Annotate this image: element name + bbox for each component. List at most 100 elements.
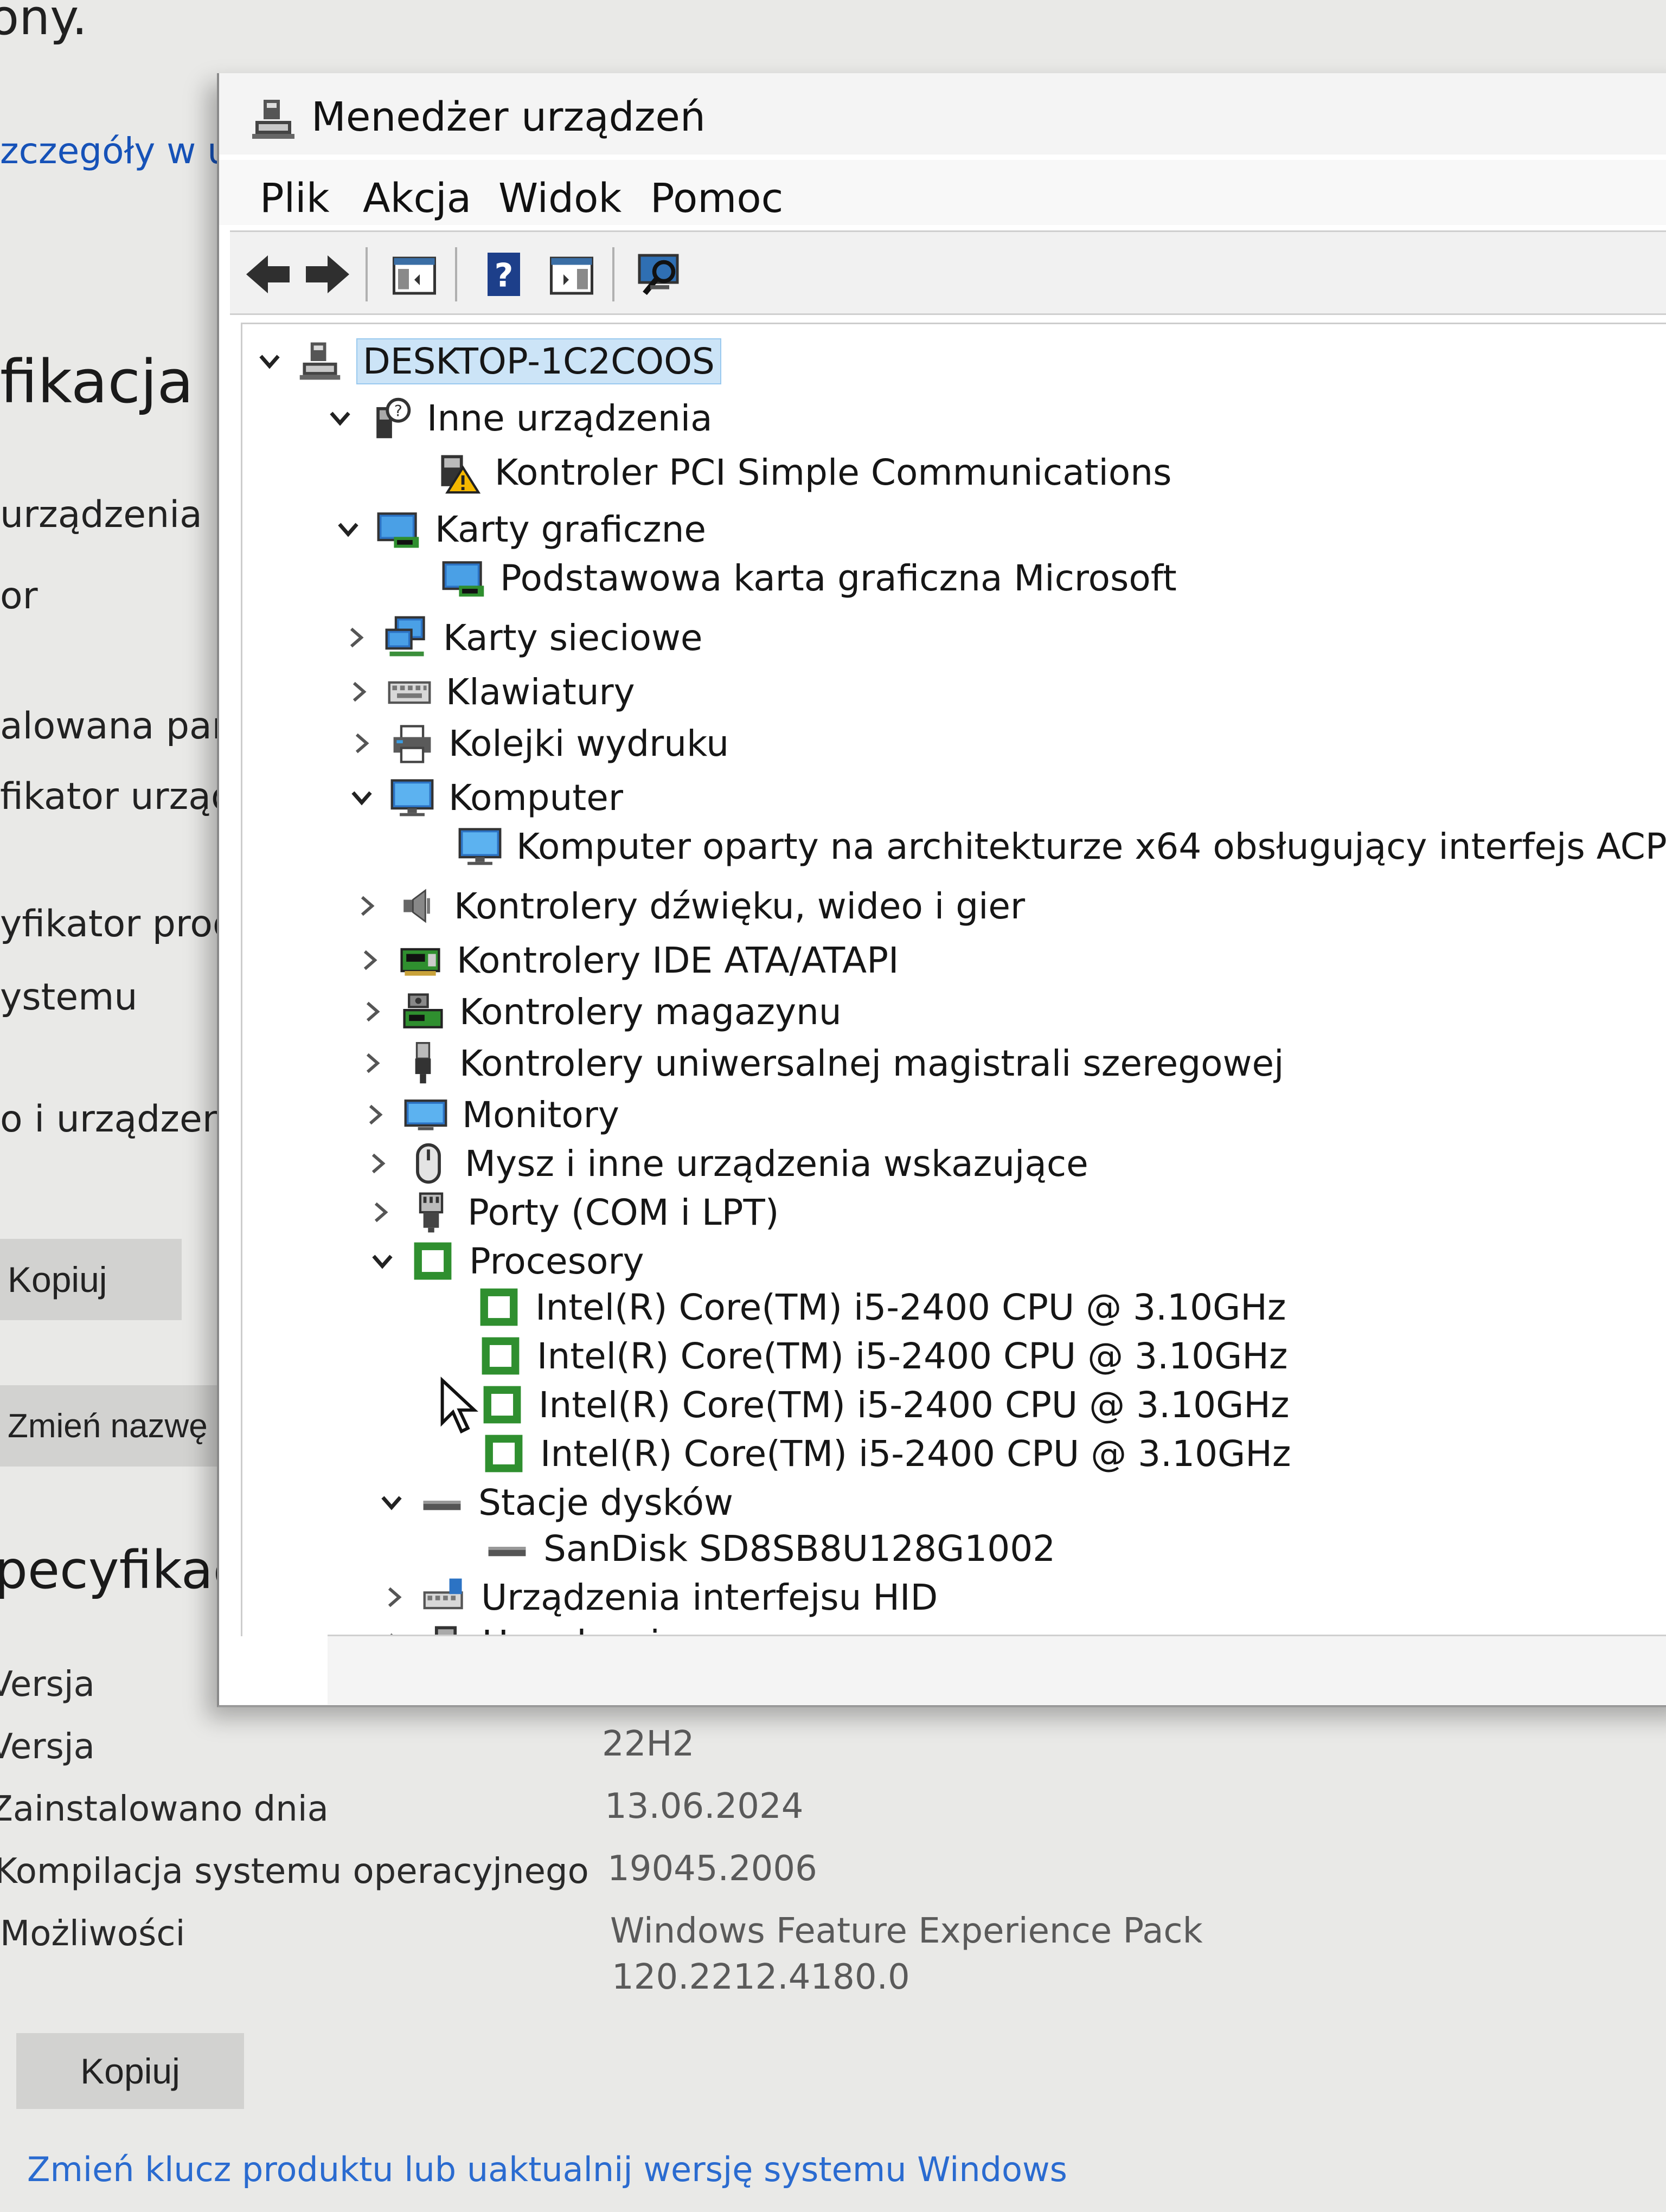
software-device-icon xyxy=(422,1620,469,1636)
show-hide-console-tree-icon[interactable] xyxy=(387,247,441,301)
processor-icon xyxy=(480,1430,527,1477)
category-display-adapters[interactable]: Karty graficzne xyxy=(332,503,706,555)
computer-tower-icon xyxy=(297,338,343,384)
category-storage-controllers[interactable]: Kontrolery magazynu xyxy=(356,986,842,1038)
tree-root[interactable]: DESKTOP-1C2COOS xyxy=(253,335,721,387)
copy-button-device[interactable]: Kopiuj xyxy=(0,1239,182,1320)
mouse-icon xyxy=(405,1140,452,1187)
chevron-right-icon[interactable] xyxy=(340,621,373,654)
toolbar: ? xyxy=(230,230,1666,315)
chevron-down-icon[interactable] xyxy=(253,345,286,377)
spec-label-version: Versja xyxy=(0,1727,95,1767)
chevron-right-icon[interactable] xyxy=(356,1047,389,1079)
spec-label-os-build: Kompilacja systemu operacyjnego xyxy=(0,1851,589,1892)
spec-item-processor: or xyxy=(0,575,38,618)
device-basic-display-adapter[interactable]: Podstawowa karta graficzna Microsoft xyxy=(440,552,1177,604)
processor-icon xyxy=(477,1333,524,1379)
device-cpu-3[interactable]: Intel(R) Core(TM) i5-2400 CPU @ 3.10GHz xyxy=(479,1379,1290,1431)
printer-icon xyxy=(389,720,435,767)
category-label: Porty (COM i LPT) xyxy=(467,1191,779,1233)
category-monitors[interactable]: Monitory xyxy=(359,1089,619,1141)
spec-label-experience: Możliwości xyxy=(0,1914,185,1954)
port-icon xyxy=(408,1189,454,1236)
category-label: Komputer xyxy=(448,776,624,819)
menu-help[interactable]: Pomoc xyxy=(650,175,783,222)
disk-drive-icon xyxy=(484,1525,530,1572)
chevron-right-icon[interactable] xyxy=(378,1581,411,1613)
help-icon[interactable]: ? xyxy=(477,247,531,301)
device-cpu-2[interactable]: Intel(R) Core(TM) i5-2400 CPU @ 3.10GHz xyxy=(477,1330,1288,1382)
category-usb-controllers[interactable]: Kontrolery uniwersalnej magistrali szere… xyxy=(356,1037,1284,1089)
back-arrow-icon[interactable] xyxy=(241,247,295,301)
device-sandisk-ssd[interactable]: SanDisk SD8SB8U128G1002 xyxy=(484,1522,1055,1574)
category-label: Procesory xyxy=(469,1240,644,1282)
processor-icon xyxy=(476,1284,522,1330)
forward-arrow-icon[interactable] xyxy=(300,247,355,301)
category-label: Kontrolery dźwięku, wideo i gier xyxy=(454,885,1026,927)
menu-view[interactable]: Widok xyxy=(498,175,621,222)
usb-icon xyxy=(400,1040,446,1086)
category-computer[interactable]: Komputer xyxy=(345,771,623,824)
category-label: Inne urządzenia xyxy=(427,397,713,439)
category-label: Monitory xyxy=(462,1094,619,1136)
chevron-right-icon[interactable] xyxy=(364,1196,397,1229)
category-label: Kontrolery IDE ATA/ATAPI xyxy=(457,939,899,981)
chevron-right-icon[interactable] xyxy=(345,727,378,760)
category-processors[interactable]: Procesory xyxy=(366,1235,644,1287)
category-ide-controllers[interactable]: Kontrolery IDE ATA/ATAPI xyxy=(354,934,899,986)
category-disk-drives[interactable]: Stacje dysków xyxy=(375,1476,733,1528)
warning-device-icon xyxy=(435,449,482,496)
chevron-down-icon[interactable] xyxy=(366,1245,399,1277)
display-adapter-icon xyxy=(375,506,422,552)
details-link[interactable]: zczegóły w u xyxy=(0,130,230,172)
spec-item-system-type: ystemu xyxy=(0,976,138,1019)
scan-hardware-icon[interactable] xyxy=(634,247,688,301)
title-bar[interactable]: Menedżer urządzeń xyxy=(219,73,1666,155)
display-adapter-icon xyxy=(440,555,487,601)
chevron-right-icon[interactable] xyxy=(343,676,375,708)
chevron-right-icon[interactable] xyxy=(356,995,389,1028)
device-pci-simple-communications[interactable]: Kontroler PCI Simple Communications xyxy=(435,446,1171,498)
hid-icon xyxy=(421,1574,468,1621)
category-hid[interactable]: Urządzenia interfejsu HID xyxy=(378,1571,938,1623)
copy-button-windows-label: Kopiuj xyxy=(80,2051,180,2091)
toolbar-separator xyxy=(612,247,614,301)
category-ports[interactable]: Porty (COM i LPT) xyxy=(364,1186,779,1238)
category-other-devices[interactable]: ? Inne urządzenia xyxy=(324,392,713,444)
category-print-queues[interactable]: Kolejki wydruku xyxy=(345,717,729,769)
device-manager-window: Menedżer urządzeń Plik Akcja Widok Pomoc… xyxy=(217,73,1666,1707)
svg-text:?: ? xyxy=(495,257,514,295)
copy-button-windows[interactable]: Kopiuj xyxy=(16,2033,244,2109)
category-network-adapters[interactable]: Karty sieciowe xyxy=(340,612,703,664)
menu-bar: Plik Akcja Widok Pomoc xyxy=(219,160,1666,225)
category-keyboards[interactable]: Klawiatury xyxy=(343,666,635,718)
device-acpi-x64-pc[interactable]: Komputer oparty na architekturze x64 obs… xyxy=(457,820,1666,872)
chevron-down-icon[interactable] xyxy=(345,781,378,814)
processor-icon xyxy=(479,1381,526,1428)
category-software-devices[interactable]: Urządzenia programowe xyxy=(379,1617,919,1636)
device-cpu-1[interactable]: Intel(R) Core(TM) i5-2400 CPU @ 3.10GHz xyxy=(476,1281,1286,1333)
chevron-right-icon[interactable] xyxy=(362,1147,394,1180)
device-cpu-4[interactable]: Intel(R) Core(TM) i5-2400 CPU @ 3.10GHz xyxy=(480,1427,1291,1480)
chevron-down-icon[interactable] xyxy=(375,1486,408,1519)
copy-button-device-label: Kopiuj xyxy=(8,1259,107,1300)
category-label: Kontrolery uniwersalnej magistrali szere… xyxy=(459,1042,1284,1084)
category-label: Mysz i inne urządzenia wskazujące xyxy=(465,1142,1088,1185)
device-label: Intel(R) Core(TM) i5-2400 CPU @ 3.10GHz xyxy=(535,1286,1286,1328)
chevron-right-icon[interactable] xyxy=(359,1098,392,1131)
device-label: Intel(R) Core(TM) i5-2400 CPU @ 3.10GHz xyxy=(537,1335,1288,1377)
device-label: SanDisk SD8SB8U128G1002 xyxy=(543,1527,1056,1570)
properties-icon[interactable] xyxy=(544,247,599,301)
category-sound-controllers[interactable]: Kontrolery dźwięku, wideo i gier xyxy=(351,880,1025,932)
chevron-right-icon[interactable] xyxy=(354,944,386,976)
window-title: Menedżer urządzeń xyxy=(311,94,706,140)
computer-icon xyxy=(457,823,503,870)
menu-action[interactable]: Akcja xyxy=(363,175,471,222)
menu-file[interactable]: Plik xyxy=(260,175,330,222)
category-mice[interactable]: Mysz i inne urządzenia wskazujące xyxy=(362,1137,1088,1189)
chevron-down-icon[interactable] xyxy=(332,513,364,545)
chevron-down-icon[interactable] xyxy=(324,402,356,434)
spec-value-experience: Windows Feature Experience Pack xyxy=(610,1911,1203,1951)
change-product-key-link[interactable]: Zmień klucz produktu lub uaktualnij wers… xyxy=(27,2150,1067,2189)
chevron-right-icon[interactable] xyxy=(351,890,383,922)
